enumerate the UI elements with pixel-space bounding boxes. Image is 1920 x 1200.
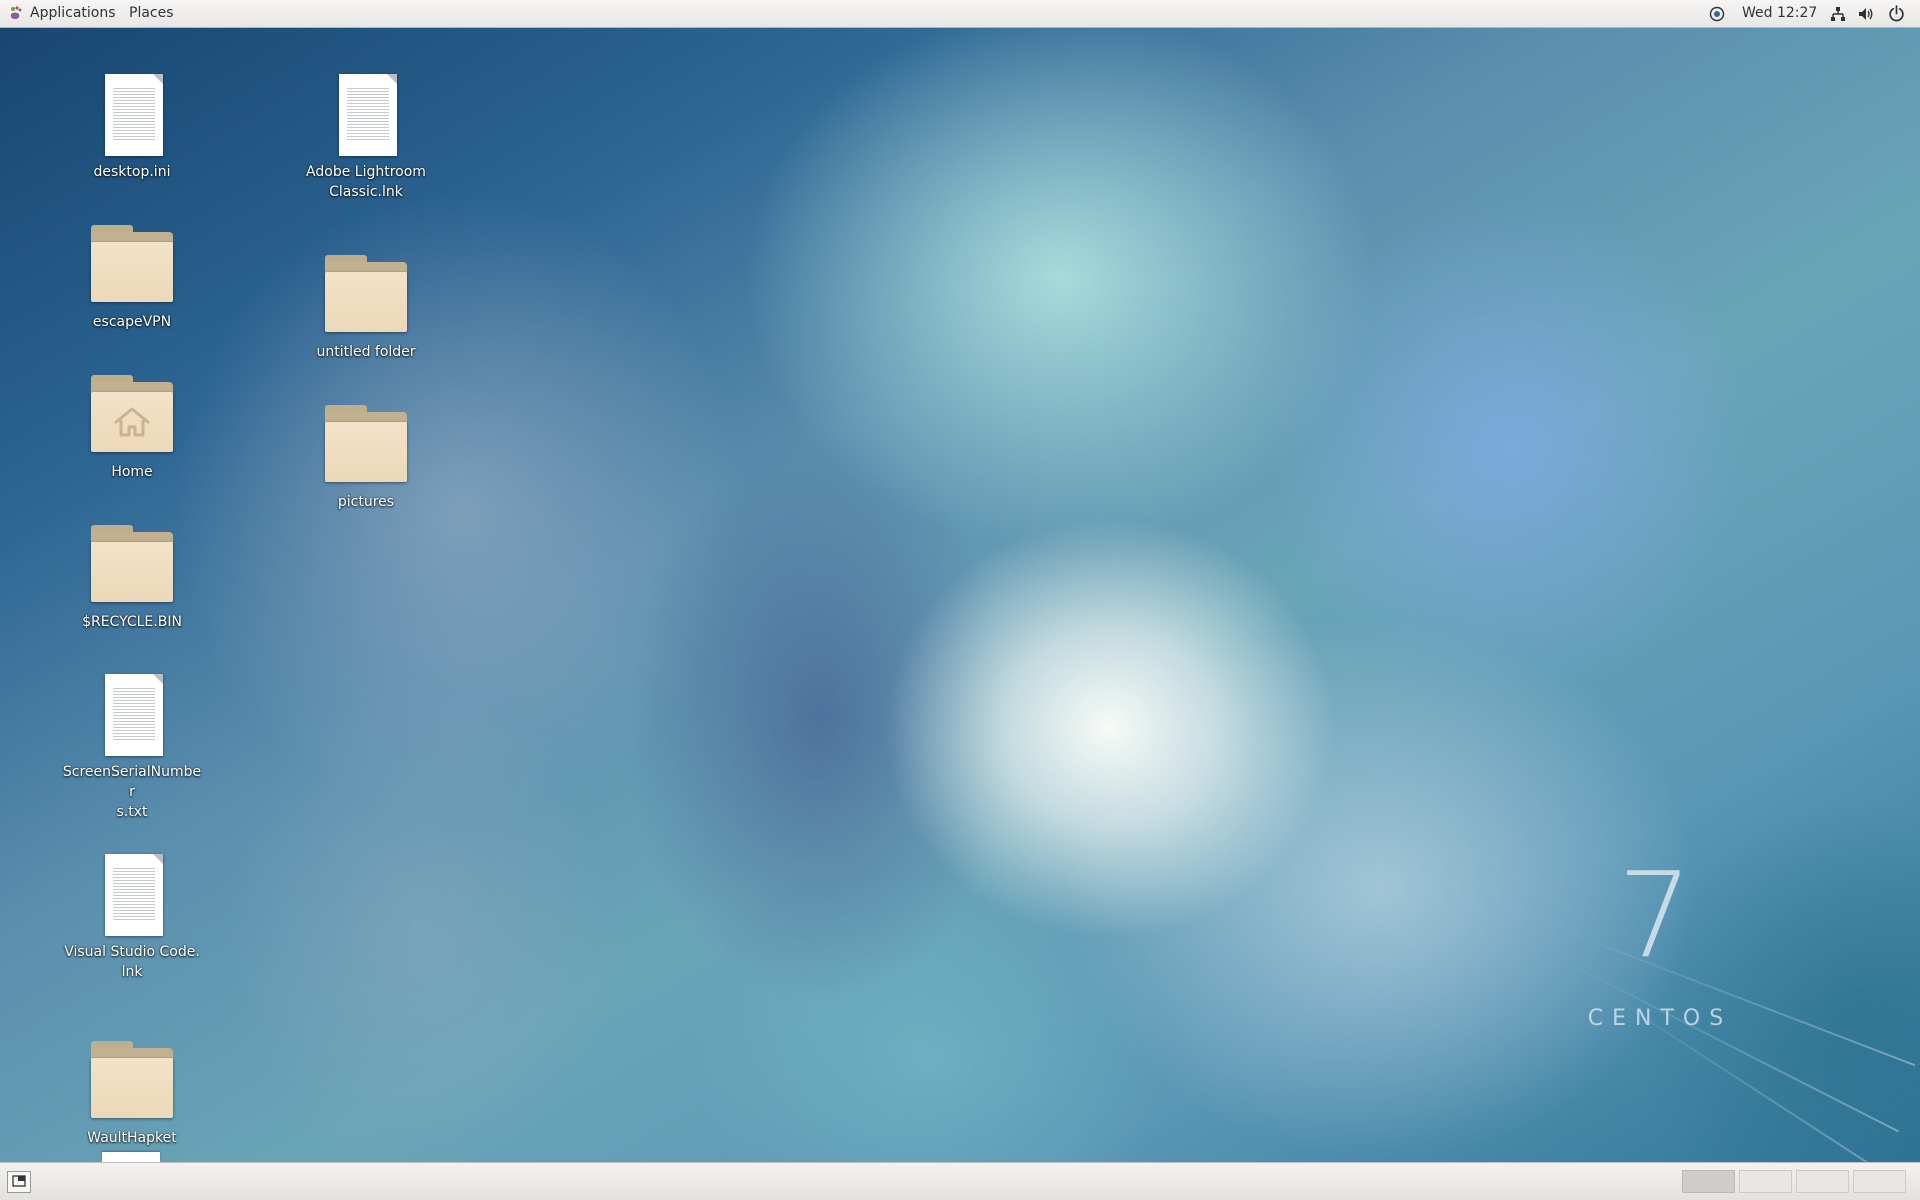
desktop-icon-label: Adobe Lightroom Classic.lnk — [306, 164, 426, 200]
text-file-icon — [90, 72, 174, 158]
desktop-background[interactable]: 7 CENTOS desktop.ini escapeVPN Home $REC… — [0, 28, 1920, 1162]
partial-document-icon[interactable] — [102, 1152, 160, 1162]
folder-icon — [324, 402, 408, 488]
desktop-icon-pictures[interactable]: pictures — [296, 402, 436, 512]
show-desktop-button[interactable] — [7, 1171, 31, 1193]
workspace-2[interactable] — [1739, 1170, 1792, 1193]
volume-icon[interactable] — [1858, 6, 1874, 22]
desktop-icon-escapevpn[interactable]: escapeVPN — [62, 222, 202, 332]
power-icon[interactable] — [1888, 5, 1905, 22]
clock[interactable]: Wed 12:27 — [1742, 0, 1817, 27]
desktop-icon-label: Visual Studio Code. lnk — [64, 944, 200, 980]
desktop-icon-desktop-ini[interactable]: desktop.ini — [62, 72, 202, 182]
desktop-icon-adobe-lightroom[interactable]: Adobe Lightroom Classic.lnk — [296, 72, 436, 202]
text-file-icon — [90, 672, 174, 758]
workspace-1[interactable] — [1682, 1170, 1735, 1193]
centos-version-number: 7 — [1617, 846, 1693, 984]
folder-icon — [90, 522, 174, 608]
desktop-icon-waulthapket[interactable]: WaultHapket — [62, 1038, 202, 1148]
house-icon — [114, 407, 150, 437]
desktop-icon-label: escapeVPN — [92, 314, 172, 330]
desktop-icon-home[interactable]: Home — [62, 372, 202, 482]
desktop-icon-label: Home — [111, 464, 153, 480]
show-desktop-icon — [12, 1175, 26, 1187]
folder-icon — [324, 252, 408, 338]
desktop-icon-screen-serial-numbers[interactable]: ScreenSerialNumber s.txt — [62, 672, 202, 822]
gnome-foot-icon[interactable] — [8, 5, 24, 21]
text-file-icon — [324, 72, 408, 158]
desktop-icon-label: $RECYCLE.BIN — [82, 614, 182, 630]
network-wired-icon[interactable] — [1830, 6, 1846, 22]
desktop-icon-label: pictures — [337, 494, 395, 510]
workspace-4[interactable] — [1853, 1170, 1906, 1193]
desktop-icon-label: WaultHapket — [87, 1130, 177, 1146]
applications-menu[interactable]: Applications — [30, 0, 116, 27]
wallpaper-streak — [1559, 958, 1900, 1133]
text-file-icon — [90, 852, 174, 938]
places-menu[interactable]: Places — [129, 0, 174, 27]
home-folder-icon — [90, 372, 174, 458]
folder-icon — [90, 222, 174, 308]
desktop-icon-visual-studio-code[interactable]: Visual Studio Code. lnk — [62, 852, 202, 982]
desktop-icon-label: desktop.ini — [93, 164, 171, 180]
desktop-icon-recycle-bin[interactable]: $RECYCLE.BIN — [62, 522, 202, 632]
desktop-icon-label: ScreenSerialNumber s.txt — [62, 764, 202, 820]
screen-record-icon[interactable] — [1709, 6, 1725, 22]
desktop-icon-untitled-folder[interactable]: untitled folder — [296, 252, 436, 362]
top-panel: Applications Places Wed 12:27 — [0, 0, 1920, 28]
workspace-3[interactable] — [1796, 1170, 1849, 1193]
bottom-panel — [0, 1162, 1920, 1200]
desktop-icon-label: untitled folder — [316, 344, 416, 360]
centos-wordmark: CENTOS — [1587, 1006, 1733, 1031]
folder-icon — [90, 1038, 174, 1124]
